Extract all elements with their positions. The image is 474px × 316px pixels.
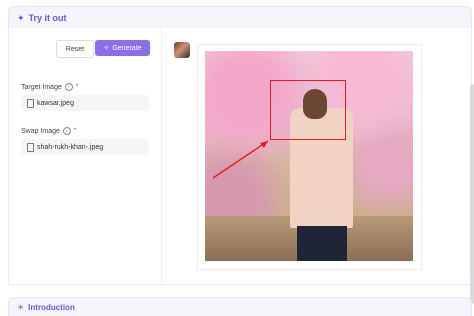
generate-button[interactable]: ✧ Generate bbox=[95, 40, 150, 56]
target-image-label-text: Target Image bbox=[21, 83, 62, 91]
target-image-filename: kawsar.jpeg bbox=[37, 99, 74, 107]
result-photo[interactable] bbox=[205, 51, 413, 261]
info-icon[interactable]: i bbox=[62, 127, 71, 135]
file-icon bbox=[27, 98, 34, 108]
reset-button[interactable]: Reset bbox=[56, 40, 94, 58]
info-icon[interactable]: i bbox=[64, 83, 73, 91]
arrow-annotation bbox=[212, 140, 269, 179]
scrollbar[interactable] bbox=[470, 84, 474, 304]
swap-image-label: Swap Image i * bbox=[21, 127, 76, 135]
swap-image-filename: shah-rukh-khan-.jpeg bbox=[37, 143, 104, 151]
swap-image-file[interactable]: shah-rukh-khan-.jpeg bbox=[21, 139, 149, 155]
swap-image-label-text: Swap Image bbox=[21, 127, 60, 135]
lightbulb-icon: ☀ bbox=[17, 302, 25, 312]
output-panel bbox=[162, 28, 471, 284]
introduction-title: Introduction bbox=[28, 302, 75, 312]
required-mark: * bbox=[73, 128, 77, 134]
sparkle-icon: ✦ bbox=[17, 12, 25, 23]
section-title: Try it out bbox=[28, 13, 67, 23]
result-image-frame bbox=[197, 44, 422, 270]
target-image-label: Target Image i * bbox=[21, 83, 78, 91]
try-it-out-panel: Reset ✧ Generate Target Image i * kawsar… bbox=[8, 28, 474, 304]
input-panel: Reset ✧ Generate Target Image i * kawsar… bbox=[9, 28, 162, 284]
generate-label: Generate bbox=[112, 44, 142, 52]
try-it-out-header: ✦ Try it out bbox=[8, 6, 472, 30]
magic-wand-icon: ✧ bbox=[103, 45, 110, 52]
required-mark: * bbox=[75, 84, 79, 90]
file-icon bbox=[27, 142, 34, 152]
avatar[interactable] bbox=[174, 42, 190, 58]
target-image-file[interactable]: kawsar.jpeg bbox=[21, 95, 149, 111]
introduction-header[interactable]: ☀ Introduction bbox=[8, 297, 472, 316]
